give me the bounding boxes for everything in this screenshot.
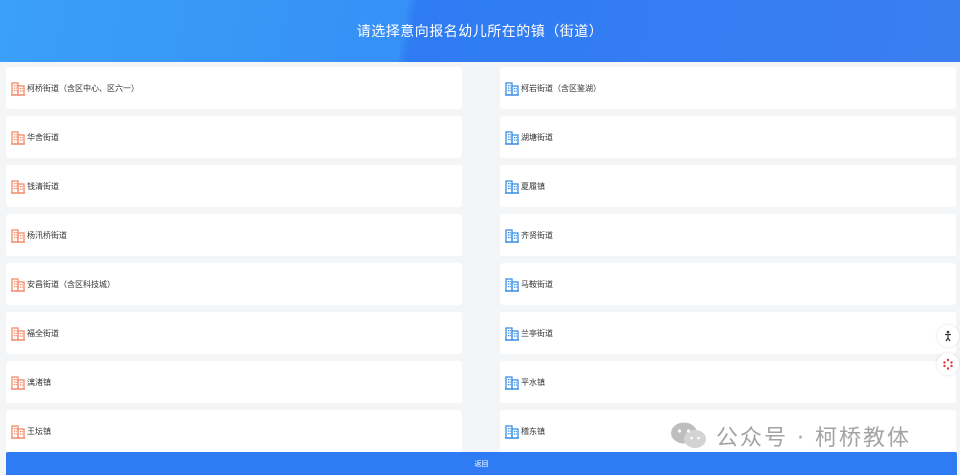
town-label: 湖塘街道 [521,132,553,142]
town-card[interactable]: 王坛镇 [6,410,462,452]
accessibility-icon [945,330,951,342]
town-card[interactable]: 柯岩街道（含区鉴湖） [500,67,956,109]
town-label: 福全街道 [27,328,59,338]
town-card[interactable]: 湖塘街道 [500,116,956,158]
town-label: 稽东镇 [521,426,545,436]
building-icon [10,325,26,341]
town-card[interactable]: 华舍街道 [6,116,462,158]
town-card[interactable]: 柯桥街道（含区中心、区六一） [6,67,462,109]
more-button[interactable] [937,353,959,375]
wechat-icon [671,422,706,448]
building-icon [504,374,520,390]
town-card[interactable]: 兰亭街道 [500,312,956,354]
building-icon [504,227,520,243]
building-icon [504,129,520,145]
watermark: 公众号 · 柯桥教体 [670,418,911,454]
town-card[interactable]: 马鞍街道 [500,263,956,305]
dots-icon [943,358,953,370]
town-label: 钱清街道 [27,181,59,191]
building-icon [10,276,26,292]
town-grid: 柯桥街道（含区中心、区六一） 柯岩街道（含区鉴湖） 华舍街道 湖塘街道钱清街道 夏履镇杨… [6,67,958,452]
town-card[interactable]: 夏履镇 [500,165,956,207]
town-card[interactable]: 福全街道 [6,312,462,354]
page-header: 请选择意向报名幼儿所在的镇（街道） [0,0,960,62]
building-icon [10,374,26,390]
town-card[interactable]: 杨汛桥街道 [6,214,462,256]
back-button[interactable]: 返回 [6,452,957,475]
building-icon [504,325,520,341]
town-card[interactable]: 钱清街道 [6,165,462,207]
building-icon [504,276,520,292]
building-icon [10,80,26,96]
building-icon [504,178,520,194]
building-icon [504,423,520,439]
town-label: 柯桥街道（含区中心、区六一） [27,83,139,93]
building-icon [10,178,26,194]
town-label: 漓渚镇 [27,377,51,387]
town-card[interactable]: 安昌街道（含区科技城） [6,263,462,305]
building-icon [504,80,520,96]
building-icon [10,227,26,243]
building-icon [10,129,26,145]
town-label: 王坛镇 [27,426,51,436]
town-label: 华舍街道 [27,132,59,142]
building-icon [10,423,26,439]
town-label: 杨汛桥街道 [27,230,67,240]
town-label: 柯岩街道（含区鉴湖） [521,83,601,93]
town-card[interactable]: 漓渚镇 [6,361,462,403]
town-label: 夏履镇 [521,181,545,191]
town-card[interactable]: 平水镇 [500,361,956,403]
town-label: 兰亭街道 [521,328,553,338]
town-label: 齐贤街道 [521,230,553,240]
watermark-text: 公众号 · 柯桥教体 [716,426,911,451]
page-title: 请选择意向报名幼儿所在的镇（街道） [356,24,604,40]
town-label: 平水镇 [521,377,545,387]
side-toolbar [936,325,960,375]
town-label: 马鞍街道 [521,279,553,289]
town-card[interactable]: 齐贤街道 [500,214,956,256]
town-label: 安昌街道（含区科技城） [27,279,115,289]
accessibility-button[interactable] [937,325,959,347]
